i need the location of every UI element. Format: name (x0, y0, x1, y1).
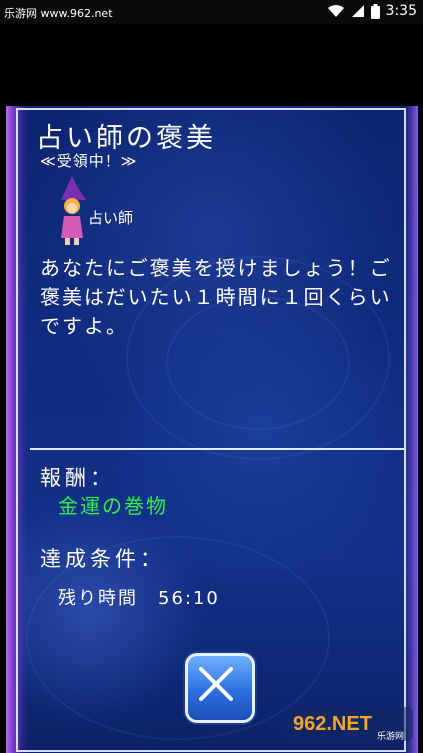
dialog-message: あなたにご褒美を授けましょう！ご褒美はだいたい１時間に１回くらいですよ。 (40, 256, 392, 338)
status-site-label: 乐游网 www.962.net (4, 7, 113, 20)
npc-name: 占い師 (88, 209, 134, 227)
status-icons: 3:35 (327, 3, 417, 19)
status-time: 3:35 (385, 3, 417, 19)
reward-dialog: 占い師の褒美 ≪受領中！≫ 占い師 あなたにご褒美を授けましょう！ご褒美はだいた… (6, 106, 418, 753)
close-x-icon (199, 667, 233, 701)
svg-text:乐游网: 乐游网 (377, 730, 404, 742)
top-letterbox (0, 24, 423, 106)
fortune-teller-avatar (61, 176, 86, 245)
status-bar: 乐游网 www.962.net 3:35 (0, 0, 423, 24)
quest-status-label: ≪受領中！≫ (40, 152, 138, 170)
site-watermark-logo: 962.NET 乐游网 (285, 707, 413, 742)
signal-icon (351, 5, 364, 17)
condition-value: 残り時間 56:10 (58, 588, 220, 609)
condition-label: 達成条件： (40, 547, 165, 571)
reward-label: 報酬： (40, 466, 115, 490)
svg-text:962.NET: 962.NET (293, 713, 372, 735)
close-button[interactable] (185, 653, 255, 723)
wifi-icon (327, 4, 344, 17)
right-glow (404, 106, 418, 753)
battery-icon (370, 3, 380, 19)
reward-value: 金運の巻物 (58, 494, 168, 518)
section-divider (30, 448, 404, 450)
